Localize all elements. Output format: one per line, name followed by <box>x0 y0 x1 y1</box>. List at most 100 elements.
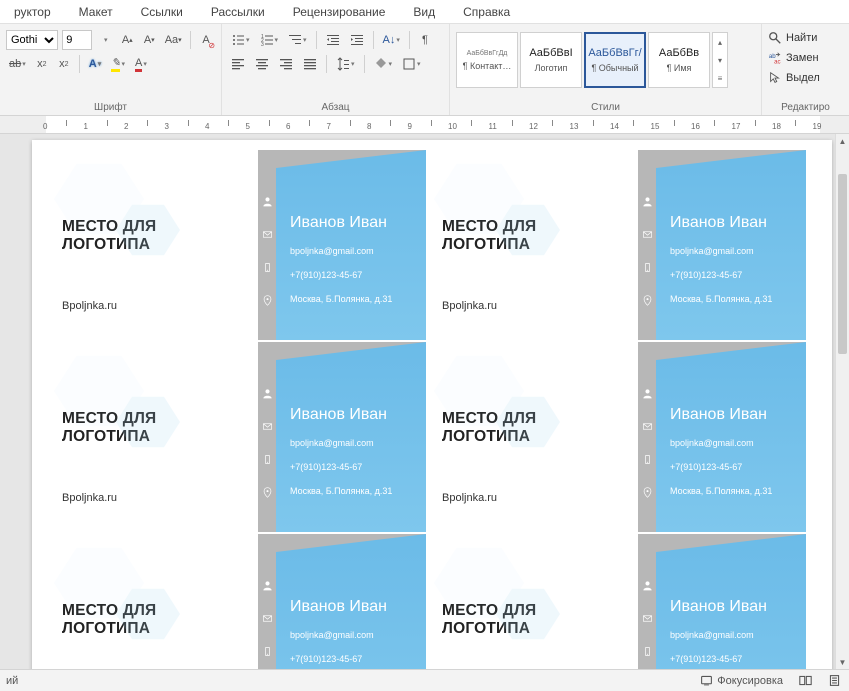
document-viewport[interactable]: МЕСТО ДЛЯ ЛОГОТИПА Bpoljnka.ru Иванов Ив… <box>0 134 835 669</box>
style-name[interactable]: АаБбВв¶ Имя <box>648 32 710 88</box>
svg-text:3: 3 <box>261 42 264 47</box>
card-phone: +7(910)123-45-67 <box>290 460 416 474</box>
card-address: Москва, Б.Полянка, д.31 <box>290 292 416 306</box>
line-spacing-button[interactable] <box>333 54 358 74</box>
select-button[interactable]: Выдел <box>768 68 843 88</box>
card-email: bpoljnka@gmail.com <box>290 244 416 258</box>
font-name-select[interactable]: Gothi <box>6 30 58 50</box>
numbering-button[interactable]: 123 <box>257 30 282 50</box>
clear-format-button[interactable]: A⊘ <box>197 30 215 50</box>
show-marks-button[interactable]: ¶ <box>416 30 434 50</box>
ribbon-tabs: руктор Макет Ссылки Рассылки Рецензирова… <box>0 0 849 24</box>
card-phone: +7(910)123-45-67 <box>670 268 796 282</box>
styles-more[interactable]: ▴▾≡ <box>712 32 728 88</box>
card-phone: +7(910)123-45-67 <box>290 652 416 666</box>
card-icons <box>262 388 273 498</box>
card-icons <box>642 388 653 498</box>
view-print-button[interactable] <box>820 670 849 691</box>
shading-button[interactable] <box>371 54 396 74</box>
borders-button[interactable] <box>399 54 424 74</box>
style-contact[interactable]: АаБбВвГгДд¶ Контакт… <box>456 32 518 88</box>
align-left-button[interactable] <box>228 54 248 74</box>
style-normal[interactable]: АаБбВвГг/¶ Обычный <box>584 32 646 88</box>
status-bar: ий Фокусировка <box>0 669 849 691</box>
card-site: Bpoljnka.ru <box>442 492 624 504</box>
tab-layout[interactable]: Макет <box>65 0 127 23</box>
card-email: bpoljnka@gmail.com <box>670 244 796 258</box>
font-color-button[interactable]: A <box>132 54 150 74</box>
ribbon: Gothi A▴ A▾ Aa▾ A⊘ ab x2 x2 A ✎ A Шрифт <box>0 24 849 116</box>
tab-review[interactable]: Рецензирование <box>279 0 400 23</box>
tab-view[interactable]: Вид <box>399 0 449 23</box>
card-email: bpoljnka@gmail.com <box>670 436 796 450</box>
svg-text:ac: ac <box>774 58 780 65</box>
subscript-button[interactable]: x2 <box>33 54 51 74</box>
card-pair: МЕСТО ДЛЯ ЛОГОТИПА Bpoljnka.ru Иванов Ив… <box>428 534 808 669</box>
tab-constructor[interactable]: руктор <box>0 0 65 23</box>
card-address: Москва, Б.Полянка, д.31 <box>670 484 796 498</box>
grow-font-button[interactable]: A▴ <box>118 30 136 50</box>
card-back: Иванов Иван bpoljnka@gmail.com +7(910)12… <box>258 342 426 532</box>
card-icons <box>262 196 273 306</box>
card-email: bpoljnka@gmail.com <box>670 628 796 642</box>
card-front: МЕСТО ДЛЯ ЛОГОТИПА Bpoljnka.ru <box>48 150 258 340</box>
multilevel-list-button[interactable] <box>285 30 310 50</box>
card-site: Bpoljnka.ru <box>62 300 244 312</box>
shrink-font-button[interactable]: A▾ <box>140 30 158 50</box>
change-case-button[interactable]: Aa▾ <box>162 30 184 50</box>
card-front: МЕСТО ДЛЯ ЛОГОТИПА Bpoljnka.ru <box>48 342 258 532</box>
card-back: Иванов Иван bpoljnka@gmail.com +7(910)12… <box>258 534 426 669</box>
strikethrough-button[interactable]: ab <box>6 54 29 74</box>
group-styles-label: Стили <box>456 100 755 113</box>
replace-button[interactable]: abacЗамен <box>768 48 843 68</box>
group-font-label: Шрифт <box>6 100 215 113</box>
card-name: Иванов Иван <box>290 402 416 428</box>
status-mode: ий <box>0 675 692 687</box>
align-center-button[interactable] <box>252 54 272 74</box>
decrease-indent-button[interactable] <box>323 30 343 50</box>
card-site: Bpoljnka.ru <box>442 300 624 312</box>
styles-gallery: АаБбВвГгДд¶ Контакт… АаБбВвІЛоготип АаБб… <box>456 32 755 88</box>
card-pair: МЕСТО ДЛЯ ЛОГОТИПА Bpoljnka.ru Иванов Ив… <box>428 342 808 534</box>
card-name: Иванов Иван <box>290 594 416 620</box>
card-name: Иванов Иван <box>670 594 796 620</box>
tab-links[interactable]: Ссылки <box>127 0 197 23</box>
find-button[interactable]: Найти <box>768 28 843 48</box>
scroll-thumb[interactable] <box>838 174 847 354</box>
card-phone: +7(910)123-45-67 <box>670 460 796 474</box>
bullets-button[interactable] <box>228 30 253 50</box>
view-read-button[interactable] <box>791 670 820 691</box>
card-pair: МЕСТО ДЛЯ ЛОГОТИПА Bpoljnka.ru Иванов Ив… <box>48 342 428 534</box>
vertical-scrollbar[interactable]: ▲ ▼ <box>835 134 849 669</box>
card-front: МЕСТО ДЛЯ ЛОГОТИПА Bpoljnka.ru <box>428 342 638 532</box>
tab-mailings[interactable]: Рассылки <box>197 0 279 23</box>
card-pair: МЕСТО ДЛЯ ЛОГОТИПА Bpoljnka.ru Иванов Ив… <box>48 534 428 669</box>
font-size-input[interactable] <box>62 30 92 50</box>
sort-button[interactable]: A↓ <box>380 30 403 50</box>
horizontal-ruler[interactable]: 012345678910111213141516171819 <box>0 116 849 134</box>
card-back: Иванов Иван bpoljnka@gmail.com +7(910)12… <box>638 342 806 532</box>
card-back: Иванов Иван bpoljnka@gmail.com +7(910)12… <box>258 150 426 340</box>
font-size-dropdown[interactable] <box>96 30 114 50</box>
focus-mode-button[interactable]: Фокусировка <box>692 670 791 691</box>
page: МЕСТО ДЛЯ ЛОГОТИПА Bpoljnka.ru Иванов Ив… <box>32 140 832 669</box>
card-front: МЕСТО ДЛЯ ЛОГОТИПА Bpoljnka.ru <box>48 534 258 669</box>
group-paragraph: 123 A↓ ¶ <box>222 24 450 115</box>
increase-indent-button[interactable] <box>347 30 367 50</box>
highlight-button[interactable]: ✎ <box>108 54 128 74</box>
card-email: bpoljnka@gmail.com <box>290 436 416 450</box>
card-name: Иванов Иван <box>670 402 796 428</box>
align-right-button[interactable] <box>276 54 296 74</box>
group-styles: АаБбВвГгДд¶ Контакт… АаБбВвІЛоготип АаБб… <box>450 24 762 115</box>
scroll-up-button[interactable]: ▲ <box>836 134 849 148</box>
text-effects-button[interactable]: A <box>86 54 104 74</box>
scroll-down-button[interactable]: ▼ <box>836 655 849 669</box>
card-address: Москва, Б.Полянка, д.31 <box>290 484 416 498</box>
group-font: Gothi A▴ A▾ Aa▾ A⊘ ab x2 x2 A ✎ A Шрифт <box>0 24 222 115</box>
justify-button[interactable] <box>300 54 320 74</box>
tab-help[interactable]: Справка <box>449 0 524 23</box>
card-icons <box>262 580 273 669</box>
superscript-button[interactable]: x2 <box>55 54 73 74</box>
style-logo[interactable]: АаБбВвІЛоготип <box>520 32 582 88</box>
card-phone: +7(910)123-45-67 <box>670 652 796 666</box>
